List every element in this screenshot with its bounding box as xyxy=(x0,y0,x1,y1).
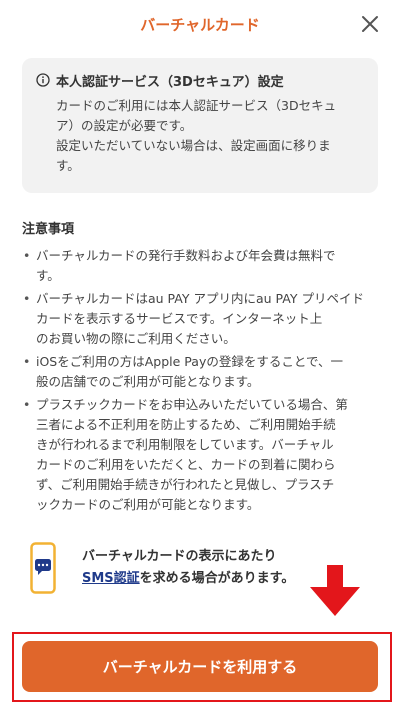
info-line: カードのご利用には本人認証サービス（3Dセキュ xyxy=(56,98,337,113)
note-line: のお買い物の際にご利用ください。 xyxy=(36,331,236,346)
note-line: す。 xyxy=(36,268,60,283)
info-heading: 本人認証サービス（3Dセキュア）設定 xyxy=(36,70,364,90)
list-item: プラスチックカードをお申込みいただいている場合、第 三者による不正利用を防止する… xyxy=(22,395,380,515)
note-line: プラスチックカードをお申込みいただいている場合、第 xyxy=(36,397,348,412)
list-item: iOSをご利用の方はApple Payの登録をすることで、一 般の店舗でのご利用… xyxy=(22,352,380,392)
page-title: バーチャルカード xyxy=(140,16,260,34)
info-box: 本人認証サービス（3Dセキュア）設定 カードのご利用には本人認証サービス（3Dセ… xyxy=(22,58,378,193)
info-title: 本人認証サービス（3Dセキュア）設定 xyxy=(56,74,284,90)
note-line: カードのご利用をいただくと、カードの到着に関わら xyxy=(36,457,336,472)
close-icon xyxy=(362,16,378,32)
info-line: ア）の設定が必要です。 xyxy=(56,118,193,133)
info-body: カードのご利用には本人認証サービス（3Dセキュ ア）の設定が必要です。 設定いた… xyxy=(56,96,364,176)
close-button[interactable] xyxy=(358,12,382,36)
note-line: バーチャルカードの発行手数料および年会費は無料で xyxy=(36,248,336,263)
info-line: す。 xyxy=(56,158,80,173)
header: バーチャルカード xyxy=(0,0,400,52)
note-line: 般の店舗でのご利用が可能となります。 xyxy=(36,374,260,389)
notes-section: 注意事項 バーチャルカードの発行手数料および年会費は無料で す。 バーチャルカー… xyxy=(22,218,380,518)
phone-message-icon xyxy=(30,542,56,594)
list-item: バーチャルカードの発行手数料および年会費は無料で す。 xyxy=(22,246,380,286)
info-line: 設定いただいていない場合は、設定画面に移りま xyxy=(56,138,331,153)
list-item: バーチャルカードはau PAY アプリ内にau PAY プリペイド カードを表示… xyxy=(22,289,380,349)
use-virtual-card-button[interactable]: バーチャルカードを利用する xyxy=(22,641,378,692)
sms-line1: バーチャルカードの表示にあたり xyxy=(82,549,277,564)
note-line: バーチャルカードはau PAY アプリ内にau PAY プリペイド xyxy=(36,291,364,306)
sms-auth-link[interactable]: SMS認証 xyxy=(82,571,140,586)
note-line: カードを表示するサービスです。インターネット上 xyxy=(36,311,323,326)
note-line: 三者による不正利用を防止するため、ご利用開始手続 xyxy=(36,417,336,432)
notes-list: バーチャルカードの発行手数料および年会費は無料で す。 バーチャルカードはau … xyxy=(22,246,380,515)
notes-title: 注意事項 xyxy=(22,222,75,237)
note-line: iOSをご利用の方はApple Payの登録をすることで、一 xyxy=(36,354,343,369)
note-line: きが行われるまで利用制限をしています。バーチャル xyxy=(36,437,334,452)
note-line: ず、ご利用開始手続きが行われたと見做し、プラスチ xyxy=(36,477,335,492)
sms-line2: を求める場合があります。 xyxy=(139,571,295,586)
arrow-down-icon xyxy=(310,565,360,616)
note-line: ックカードのご利用が可能となります。 xyxy=(36,497,260,512)
sms-text: バーチャルカードの表示にあたり SMS認証を求める場合があります。 xyxy=(82,546,294,590)
info-circle-icon xyxy=(36,73,50,87)
